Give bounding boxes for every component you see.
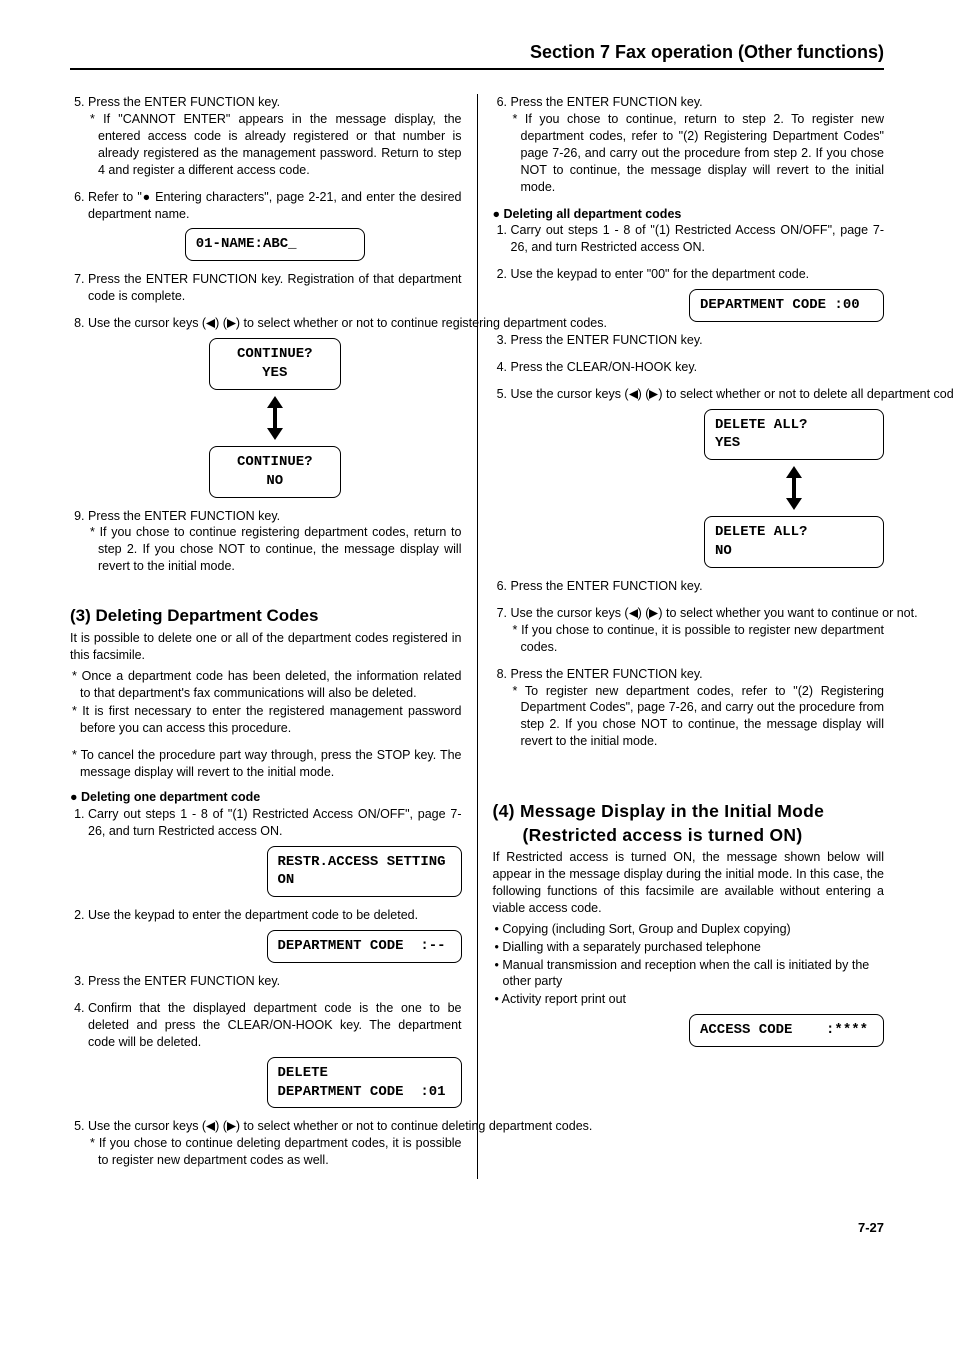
delete-all-heading: Deleting all department codes: [493, 206, 885, 223]
page-number: 7-27: [70, 1219, 884, 1237]
left-triangle-icon: [629, 390, 638, 399]
step-6: Refer to "● Entering characters", page 2…: [88, 189, 462, 262]
del-step-2: Use the keypad to enter the department c…: [88, 907, 462, 963]
del-step-3: Press the ENTER FUNCTION key.: [88, 973, 462, 990]
lcd-delete-dept: DELETE DEPARTMENT CODE :01: [267, 1057, 462, 1109]
all-step-7-b: ) (: [638, 606, 650, 620]
double-arrow-icon: [265, 396, 285, 440]
all-step-7-a: Use the cursor keys (: [511, 606, 629, 620]
del-step-5: Use the cursor keys () () to select whet…: [88, 1118, 462, 1169]
left-column: Press the ENTER FUNCTION key. If "CANNOT…: [70, 94, 478, 1179]
right-column: Press the ENTER FUNCTION key. If you cho…: [478, 94, 885, 1179]
subsection-3-heading: (3) Deleting Department Codes: [70, 605, 462, 628]
delete-one-heading: Deleting one department code: [70, 789, 462, 806]
lcd-access-code: ACCESS CODE :****: [689, 1014, 884, 1047]
lcd-name-entry: 01-NAME:ABC_: [185, 228, 365, 261]
all-step-5-a: Use the cursor keys (: [511, 387, 629, 401]
all-step-8-note: To register new department codes, refer …: [511, 683, 885, 751]
del-step-5-note: If you chose to continue deleting depart…: [88, 1135, 462, 1169]
lcd-continue-yes: CONTINUE? YES: [209, 338, 341, 390]
step-7: Press the ENTER FUNCTION key. Registrati…: [88, 271, 462, 305]
step-5-text: Press the ENTER FUNCTION key.: [88, 95, 280, 109]
lcd-restr-access: RESTR.ACCESS SETTING ON: [267, 846, 462, 898]
left-triangle-icon: [629, 609, 638, 618]
subsection-4-intro: If Restricted access is turned ON, the m…: [493, 849, 885, 917]
subsection-4-heading: (4) Message Display in the Initial Mode …: [493, 800, 885, 847]
del-step-4-text: Confirm that the displayed department co…: [88, 1001, 462, 1049]
del-step-1-text: Carry out steps 1 - 8 of "(1) Restricted…: [88, 807, 462, 838]
step-9: Press the ENTER FUNCTION key. If you cho…: [88, 508, 462, 576]
all-step-5-c: ) to select whether or not to delete all…: [658, 387, 954, 401]
step-9-text: Press the ENTER FUNCTION key.: [88, 509, 280, 523]
all-step-1: Carry out steps 1 - 8 of "(1) Restricted…: [511, 222, 885, 256]
feature-manual: Manual transmission and reception when t…: [493, 957, 885, 991]
right-triangle-icon: [227, 319, 236, 328]
all-step-2-text: Use the keypad to enter "00" for the dep…: [511, 267, 810, 281]
step-5-note: If "CANNOT ENTER" appears in the message…: [88, 111, 462, 179]
subsection-4-line2: (Restricted access is turned ON): [493, 825, 803, 845]
all-step-8: Press the ENTER FUNCTION key. To registe…: [511, 666, 885, 750]
step-6-text: Refer to "● Entering characters", page 2…: [88, 190, 462, 221]
del-step-2-text: Use the keypad to enter the department c…: [88, 908, 418, 922]
del-step-5-a: Use the cursor keys (: [88, 1119, 206, 1133]
lcd-dept-code-blank: DEPARTMENT CODE :--: [267, 930, 462, 963]
subsection-3-note-2: It is first necessary to enter the regis…: [70, 703, 462, 737]
right-triangle-icon: [227, 1122, 236, 1131]
section-header: Section 7 Fax operation (Other functions…: [70, 40, 884, 70]
step-8-text-b: ) (: [215, 316, 227, 330]
all-step-5: Use the cursor keys () () to select whet…: [511, 386, 885, 568]
lcd-continue-no: CONTINUE? NO: [209, 446, 341, 498]
del-step-4: Confirm that the displayed department co…: [88, 1000, 462, 1108]
step-8-text-a: Use the cursor keys (: [88, 316, 206, 330]
all-step-8-text: Press the ENTER FUNCTION key.: [511, 667, 703, 681]
del-step-1: Carry out steps 1 - 8 of "(1) Restricted…: [88, 806, 462, 898]
lcd-delete-all-yes: DELETE ALL? YES: [704, 409, 884, 461]
subsection-3-intro: It is possible to delete one or all of t…: [70, 630, 462, 664]
left-triangle-icon: [206, 319, 215, 328]
all-step-7-c: ) to select whether you want to continue…: [658, 606, 917, 620]
step-8: Use the cursor keys () () to select whet…: [88, 315, 462, 497]
r-step-6: Press the ENTER FUNCTION key. If you cho…: [511, 94, 885, 195]
double-arrow-icon: [784, 466, 804, 510]
subsection-3-note-1: Once a department code has been deleted,…: [70, 668, 462, 702]
lcd-delete-all-no: DELETE ALL? NO: [704, 516, 884, 568]
all-step-4: Press the CLEAR/ON-HOOK key.: [511, 359, 885, 376]
lcd-dept-00: DEPARTMENT CODE :00: [689, 289, 884, 322]
two-column-layout: Press the ENTER FUNCTION key. If "CANNOT…: [70, 94, 884, 1179]
all-step-3: Press the ENTER FUNCTION key.: [511, 332, 885, 349]
all-step-5-b: ) (: [638, 387, 650, 401]
step-9-note: If you chose to continue registering dep…: [88, 524, 462, 575]
subsection-3-note-3: To cancel the procedure part way through…: [70, 747, 462, 781]
all-step-2: Use the keypad to enter "00" for the dep…: [511, 266, 885, 322]
all-step-6: Press the ENTER FUNCTION key.: [511, 578, 885, 595]
r-step-6-note: If you chose to continue, return to step…: [511, 111, 885, 195]
feature-copying: Copying (including Sort, Group and Duple…: [493, 921, 885, 938]
del-step-5-b: ) (: [215, 1119, 227, 1133]
feature-dialling: Dialling with a separately purchased tel…: [493, 939, 885, 956]
all-step-7-note: If you chose to continue, it is possible…: [511, 622, 885, 656]
subsection-4-line1: (4) Message Display in the Initial Mode: [493, 801, 825, 821]
all-step-7: Use the cursor keys () () to select whet…: [511, 605, 885, 656]
step-5: Press the ENTER FUNCTION key. If "CANNOT…: [88, 94, 462, 178]
feature-activity: Activity report print out: [493, 991, 885, 1008]
left-triangle-icon: [206, 1122, 215, 1131]
r-step-6-text: Press the ENTER FUNCTION key.: [511, 95, 703, 109]
